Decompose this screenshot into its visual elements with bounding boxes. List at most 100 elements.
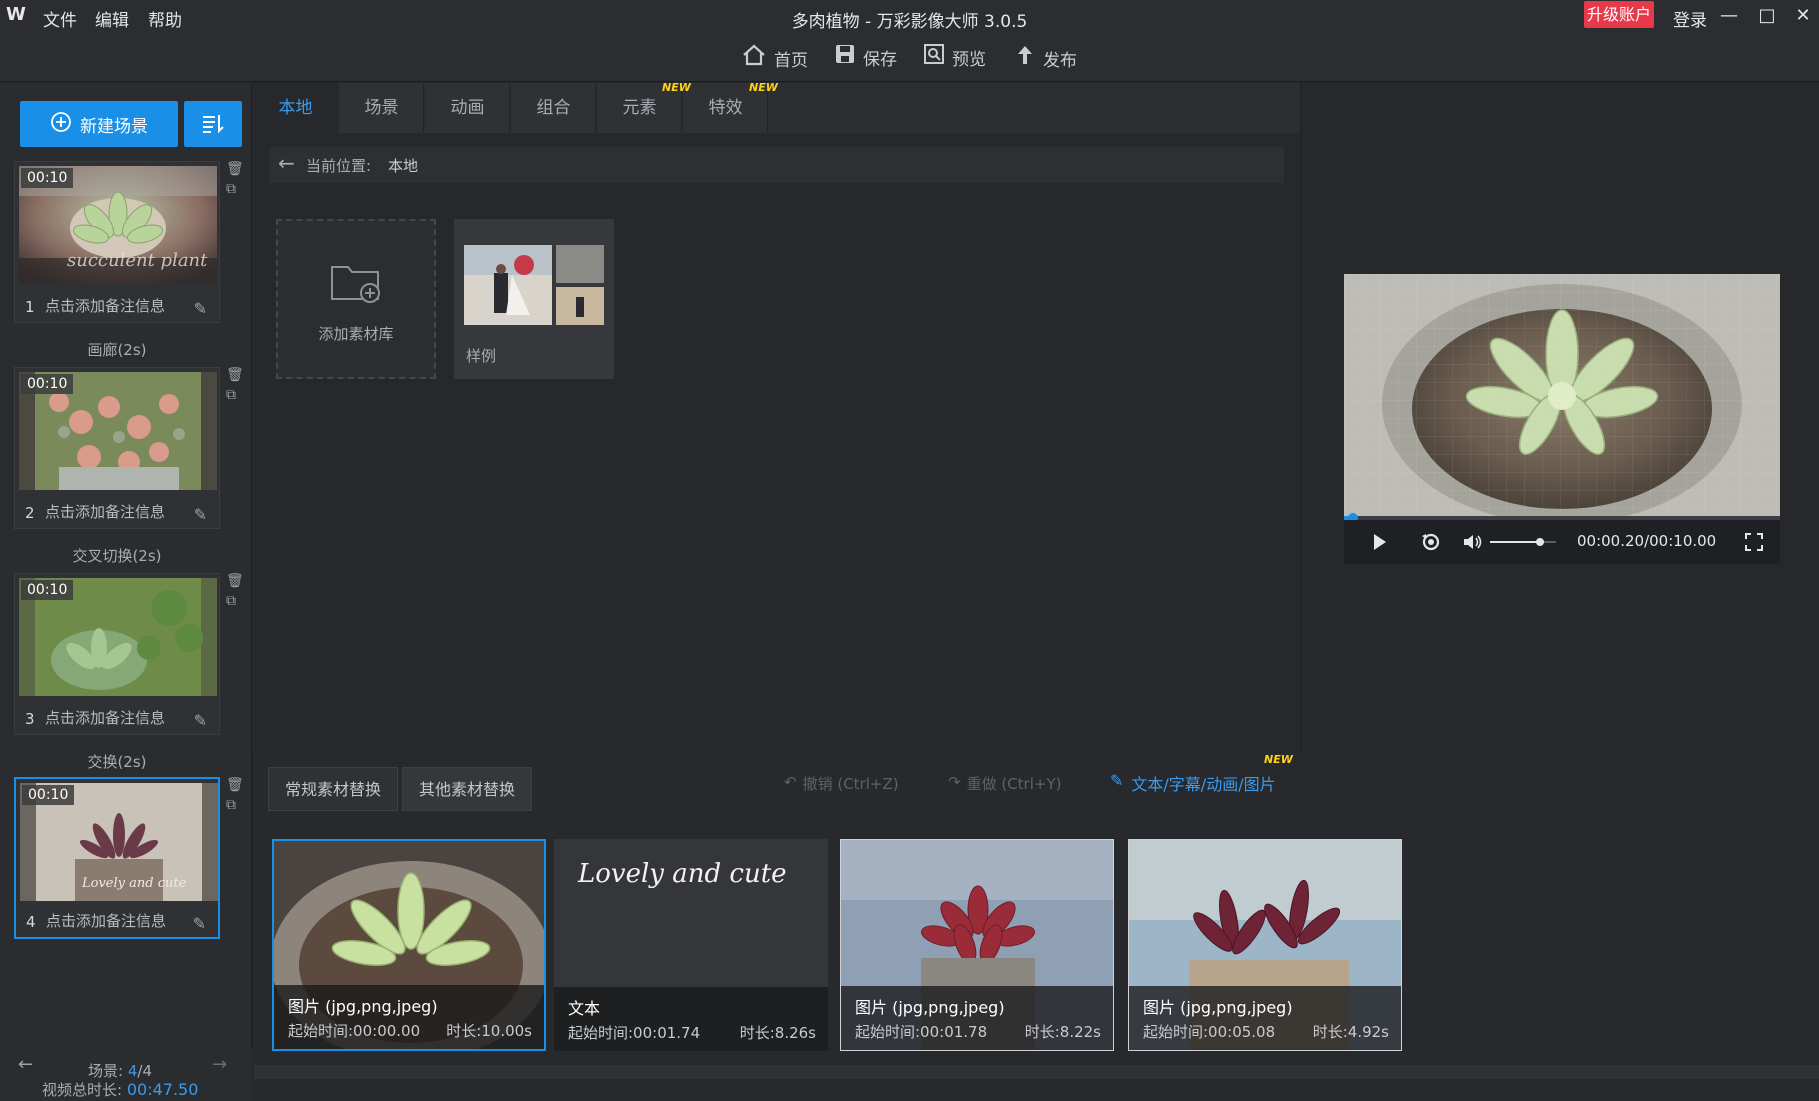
delete-scene-icon[interactable]: 🗑 <box>226 777 244 793</box>
edit-note-icon[interactable]: ✎ <box>193 914 206 933</box>
path-bar: ← 当前位置: 本地 <box>270 147 1284 183</box>
redo-button[interactable]: ↷ 重做 (Ctrl+Y) <box>948 773 1061 794</box>
next-scene-arrow-icon[interactable]: → <box>212 1054 227 1075</box>
delete-scene-icon[interactable]: 🗑 <box>226 573 244 589</box>
edit-note-icon[interactable]: ✎ <box>194 711 207 730</box>
volume-slider-handle[interactable] <box>1535 538 1544 546</box>
home-icon <box>742 44 766 72</box>
copy-scene-icon[interactable]: ⧉ <box>226 797 236 813</box>
scene-card-1[interactable]: succulent plant 00:10 1 点击添加备注信息 ✎ <box>14 161 220 323</box>
new-tag-elements: NEW <box>662 81 691 94</box>
clip-info: 文本 起始时间:00:01.74 时长:8.26s <box>554 987 828 1051</box>
replay-icon[interactable] <box>1420 532 1442 556</box>
sample-folder-preview <box>464 245 604 325</box>
tab-regular-replace[interactable]: 常规素材替换 <box>268 767 399 811</box>
scene-card-4[interactable]: Lovely and cute 00:10 4 点击添加备注信息 ✎ <box>14 777 220 939</box>
timeline-scrollbar[interactable] <box>254 1065 1819 1079</box>
delete-scene-icon[interactable]: 🗑 <box>226 367 244 383</box>
fullscreen-icon[interactable] <box>1744 532 1764 556</box>
prev-scene-arrow-icon[interactable]: ← <box>18 1054 33 1075</box>
upgrade-account-button[interactable]: 升级账户 <box>1584 1 1654 28</box>
sample-folder[interactable]: 样例 <box>454 219 614 379</box>
delete-scene-icon[interactable]: 🗑 <box>226 161 244 177</box>
clip-type: 图片 (jpg,png,jpeg) <box>1143 998 1293 1017</box>
clip-card[interactable]: 图片 (jpg,png,jpeg) 起始时间:00:00.00 时长:10.00… <box>272 839 546 1051</box>
home-button[interactable]: 首页 <box>742 44 808 72</box>
publish-button[interactable]: 发布 <box>1015 44 1077 72</box>
maximize-button[interactable]: □ <box>1752 3 1782 29</box>
scene-note[interactable]: 点击添加备注信息 <box>45 295 165 316</box>
save-label: 保存 <box>863 49 897 70</box>
path-label: 当前位置: <box>306 157 372 175</box>
clip-type: 图片 (jpg,png,jpeg) <box>855 998 1005 1017</box>
scene-transition-label[interactable]: 交换(2s) <box>14 751 220 772</box>
playback-time: 00:00.20/00:10.00 <box>1577 532 1717 550</box>
preview-label: 预览 <box>952 49 986 70</box>
scene-sort-button[interactable] <box>184 101 242 147</box>
scene-card-3[interactable]: 00:10 3 点击添加备注信息 ✎ <box>14 573 220 735</box>
close-button[interactable]: ✕ <box>1788 3 1818 29</box>
redo-label: 重做 (Ctrl+Y) <box>966 775 1062 793</box>
scene-note[interactable]: 点击添加备注信息 <box>45 707 165 728</box>
minimize-button[interactable]: — <box>1714 3 1744 29</box>
clip-card[interactable]: 图片 (jpg,png,jpeg) 起始时间:00:05.08 时长:4.92s <box>1128 839 1402 1051</box>
path-value[interactable]: 本地 <box>388 155 418 176</box>
edit-note-icon[interactable]: ✎ <box>194 505 207 524</box>
back-arrow-icon[interactable]: ← <box>278 151 295 175</box>
total-duration-label: 视频总时长: <box>42 1081 123 1099</box>
add-library-button[interactable]: 添加素材库 <box>276 219 436 379</box>
clip-duration: 时长:10.00s <box>446 1022 532 1040</box>
scene-note[interactable]: 点击添加备注信息 <box>46 910 166 931</box>
volume-slider-track[interactable] <box>1490 541 1556 543</box>
svg-text:Lovely and cute: Lovely and cute <box>81 876 187 891</box>
copy-scene-icon[interactable]: ⧉ <box>226 181 236 197</box>
volume-slider-fill <box>1490 541 1540 543</box>
edit-note-icon[interactable]: ✎ <box>194 299 207 318</box>
scene-number: 1 <box>25 298 35 316</box>
clip-start: 起始时间:00:05.08 <box>1143 1023 1276 1041</box>
clip-start: 起始时间:00:01.78 <box>855 1023 988 1041</box>
new-tag-text: NEW <box>1264 753 1293 766</box>
login-button[interactable]: 登录 <box>1673 6 1707 31</box>
tab-local[interactable]: 本地 <box>254 83 338 133</box>
scene-count-current: 4 <box>127 1062 138 1080</box>
new-tag-effects: NEW <box>749 81 778 94</box>
clip-card[interactable]: 图片 (jpg,png,jpeg) 起始时间:00:01.78 时长:8.22s <box>840 839 1114 1051</box>
tab-other-replace[interactable]: 其他素材替换 <box>402 767 533 811</box>
total-duration-value: 00:47.50 <box>126 1080 199 1099</box>
plus-circle-icon <box>50 111 72 138</box>
scene-transition-label[interactable]: 画廊(2s) <box>14 339 220 360</box>
new-scene-button[interactable]: 新建场景 <box>20 101 178 147</box>
scene-count: 场景: 4/4 <box>88 1060 152 1081</box>
undo-button[interactable]: ↶ 撤销 (Ctrl+Z) <box>784 773 899 794</box>
tab-animation[interactable]: 动画 <box>426 83 510 133</box>
scene-note[interactable]: 点击添加备注信息 <box>45 501 165 522</box>
copy-scene-icon[interactable]: ⧉ <box>226 387 236 403</box>
undo-label: 撤销 (Ctrl+Z) <box>802 775 899 793</box>
clip-text-preview: Lovely and cute <box>578 859 787 889</box>
add-folder-icon <box>330 259 384 309</box>
copy-scene-icon[interactable]: ⧉ <box>226 593 236 609</box>
save-button[interactable]: 保存 <box>835 44 897 70</box>
scene-transition-label[interactable]: 交叉切换(2s) <box>14 545 220 566</box>
pencil-icon: ✎ <box>1110 771 1124 790</box>
scene-count-total: 4 <box>142 1062 152 1080</box>
scene-card-2[interactable]: 00:10 2 点击添加备注信息 ✎ <box>14 367 220 529</box>
home-label: 首页 <box>774 50 808 71</box>
text-subtitle-link[interactable]: ✎ 文本/字幕/动画/图片 <box>1110 771 1276 795</box>
scene-duration-badge: 00:10 <box>21 168 74 188</box>
clip-start: 起始时间:00:00.00 <box>288 1022 421 1040</box>
add-library-label: 添加素材库 <box>318 325 394 343</box>
publish-icon <box>1015 44 1035 72</box>
clip-duration: 时长:8.26s <box>739 1024 816 1042</box>
new-scene-label: 新建场景 <box>80 116 148 137</box>
preview-button[interactable]: 预览 <box>924 44 986 70</box>
tab-scenes[interactable]: 场景 <box>340 83 424 133</box>
volume-icon[interactable] <box>1462 532 1484 556</box>
clip-start: 起始时间:00:01.74 <box>568 1024 701 1042</box>
scene-number: 2 <box>25 504 35 522</box>
play-icon[interactable] <box>1372 532 1388 556</box>
clip-card[interactable]: Lovely and cute 文本 起始时间:00:01.74 时长:8.26… <box>554 839 828 1051</box>
preview-frame <box>1344 274 1780 524</box>
tab-combo[interactable]: 组合 <box>512 83 596 133</box>
